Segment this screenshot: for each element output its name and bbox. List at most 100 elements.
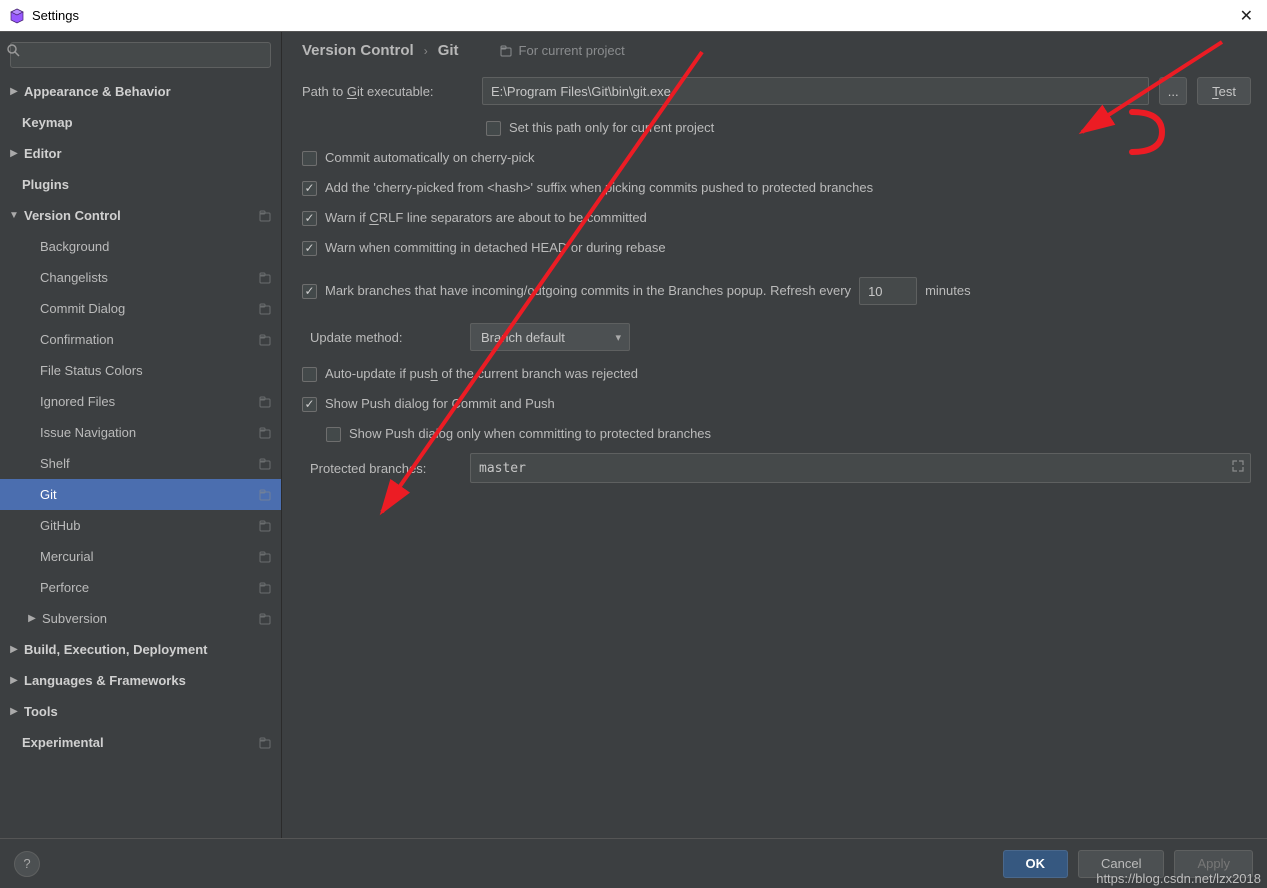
chevron-down-icon: ▼ bbox=[4, 210, 24, 221]
sidebar-item-editor[interactable]: ▶Editor bbox=[0, 138, 281, 169]
protected-branches-label: Protected branches: bbox=[310, 461, 460, 476]
warn-crlf-checkbox[interactable] bbox=[302, 211, 317, 226]
sidebar-item-label: Commit Dialog bbox=[40, 301, 257, 316]
project-scope-icon bbox=[257, 551, 273, 563]
refresh-interval-input[interactable] bbox=[859, 277, 917, 305]
sidebar-item-label: GitHub bbox=[40, 518, 257, 533]
chevron-right-icon: › bbox=[424, 44, 428, 58]
sidebar-item-label: Background bbox=[40, 239, 273, 254]
scope-label: For current project bbox=[519, 43, 625, 58]
app-icon bbox=[8, 7, 26, 25]
breadcrumb: Version Control › Git For current projec… bbox=[302, 42, 1251, 59]
breadcrumb-root[interactable]: Version Control bbox=[302, 42, 414, 59]
sidebar-item-label: Changelists bbox=[40, 270, 257, 285]
project-scope-icon bbox=[257, 210, 273, 222]
sidebar-item-changelists[interactable]: Changelists bbox=[0, 262, 281, 293]
sidebar-item-label: Experimental bbox=[22, 735, 257, 750]
sidebar-item-label: Keymap bbox=[22, 115, 273, 130]
sidebar-item-version-control[interactable]: ▼Version Control bbox=[0, 200, 281, 231]
sidebar-item-label: Plugins bbox=[22, 177, 273, 192]
git-path-input[interactable] bbox=[482, 77, 1149, 105]
protected-branches-input[interactable] bbox=[470, 453, 1251, 483]
sidebar-item-file-status-colors[interactable]: File Status Colors bbox=[0, 355, 281, 386]
project-icon bbox=[499, 44, 513, 58]
sidebar-item-label: Shelf bbox=[40, 456, 257, 471]
mark-branches-checkbox[interactable] bbox=[302, 284, 317, 299]
sidebar-item-issue-navigation[interactable]: Issue Navigation bbox=[0, 417, 281, 448]
settings-sidebar: ▶Appearance & BehaviorKeymap▶EditorPlugi… bbox=[0, 32, 282, 838]
auto-update-push-label: Auto-update if push of the current branc… bbox=[325, 363, 638, 385]
sidebar-item-label: Editor bbox=[24, 146, 273, 161]
commit-auto-cherry-checkbox[interactable] bbox=[302, 151, 317, 166]
sidebar-item-label: Confirmation bbox=[40, 332, 257, 347]
apply-button[interactable]: Apply bbox=[1174, 850, 1253, 878]
chevron-right-icon: ▶ bbox=[4, 644, 24, 655]
sidebar-item-label: Issue Navigation bbox=[40, 425, 257, 440]
mark-branches-label-after: minutes bbox=[925, 280, 971, 302]
path-label: Path to Git executable: bbox=[302, 84, 472, 99]
sidebar-item-label: Perforce bbox=[40, 580, 257, 595]
breadcrumb-leaf: Git bbox=[438, 42, 459, 59]
commit-auto-cherry-label: Commit automatically on cherry-pick bbox=[325, 147, 535, 169]
sidebar-item-confirmation[interactable]: Confirmation bbox=[0, 324, 281, 355]
sidebar-item-languages-frameworks[interactable]: ▶Languages & Frameworks bbox=[0, 665, 281, 696]
sidebar-item-experimental[interactable]: Experimental bbox=[0, 727, 281, 758]
update-method-select[interactable]: Branch default bbox=[470, 323, 630, 351]
update-method-label: Update method: bbox=[310, 330, 460, 345]
sidebar-item-build-execution-deployment[interactable]: ▶Build, Execution, Deployment bbox=[0, 634, 281, 665]
sidebar-item-label: File Status Colors bbox=[40, 363, 273, 378]
sidebar-item-label: Build, Execution, Deployment bbox=[24, 642, 273, 657]
sidebar-item-mercurial[interactable]: Mercurial bbox=[0, 541, 281, 572]
sidebar-item-ignored-files[interactable]: Ignored Files bbox=[0, 386, 281, 417]
sidebar-item-shelf[interactable]: Shelf bbox=[0, 448, 281, 479]
cancel-button[interactable]: Cancel bbox=[1078, 850, 1164, 878]
mark-branches-label-before: Mark branches that have incoming/outgoin… bbox=[325, 280, 851, 302]
window-title: Settings bbox=[32, 8, 79, 23]
sidebar-item-git[interactable]: Git bbox=[0, 479, 281, 510]
sidebar-item-commit-dialog[interactable]: Commit Dialog bbox=[0, 293, 281, 324]
chevron-right-icon: ▶ bbox=[4, 86, 24, 97]
auto-update-push-checkbox[interactable] bbox=[302, 367, 317, 382]
sidebar-item-perforce[interactable]: Perforce bbox=[0, 572, 281, 603]
sidebar-item-label: Appearance & Behavior bbox=[24, 84, 273, 99]
sidebar-item-background[interactable]: Background bbox=[0, 231, 281, 262]
chevron-right-icon: ▶ bbox=[4, 706, 24, 717]
settings-content: Version Control › Git For current projec… bbox=[282, 32, 1267, 838]
show-push-protected-label: Show Push dialog only when committing to… bbox=[349, 423, 711, 445]
show-push-dialog-checkbox[interactable] bbox=[302, 397, 317, 412]
set-path-project-checkbox[interactable] bbox=[486, 121, 501, 136]
warn-detached-label: Warn when committing in detached HEAD or… bbox=[325, 237, 666, 259]
sidebar-item-subversion[interactable]: ▶Subversion bbox=[0, 603, 281, 634]
warn-crlf-label: Warn if CRLF line separators are about t… bbox=[325, 207, 647, 229]
sidebar-item-label: Mercurial bbox=[40, 549, 257, 564]
sidebar-item-github[interactable]: GitHub bbox=[0, 510, 281, 541]
settings-tree: ▶Appearance & BehaviorKeymap▶EditorPlugi… bbox=[0, 76, 281, 838]
ok-button[interactable]: OK bbox=[1003, 850, 1069, 878]
chevron-right-icon: ▶ bbox=[22, 613, 42, 624]
sidebar-item-label: Tools bbox=[24, 704, 273, 719]
project-scope-icon bbox=[257, 489, 273, 501]
show-push-protected-checkbox[interactable] bbox=[326, 427, 341, 442]
scope-badge: For current project bbox=[499, 43, 625, 58]
update-method-value: Branch default bbox=[481, 330, 565, 345]
sidebar-item-keymap[interactable]: Keymap bbox=[0, 107, 281, 138]
sidebar-item-label: Subversion bbox=[42, 611, 257, 626]
sidebar-item-label: Languages & Frameworks bbox=[24, 673, 273, 688]
expand-icon[interactable] bbox=[1231, 459, 1245, 476]
add-cherry-suffix-checkbox[interactable] bbox=[302, 181, 317, 196]
dialog-footer: ? OK Cancel Apply bbox=[0, 838, 1267, 888]
project-scope-icon bbox=[257, 613, 273, 625]
project-scope-icon bbox=[257, 427, 273, 439]
add-cherry-suffix-label: Add the 'cherry-picked from <hash>' suff… bbox=[325, 177, 873, 199]
help-button[interactable]: ? bbox=[14, 851, 40, 877]
sidebar-item-label: Ignored Files bbox=[40, 394, 257, 409]
search-input[interactable] bbox=[10, 42, 271, 68]
browse-button[interactable]: ... bbox=[1159, 77, 1187, 105]
set-path-project-label: Set this path only for current project bbox=[509, 117, 714, 139]
close-icon[interactable]: ✕ bbox=[1234, 6, 1259, 26]
sidebar-item-plugins[interactable]: Plugins bbox=[0, 169, 281, 200]
test-button[interactable]: Test bbox=[1197, 77, 1251, 105]
sidebar-item-appearance-behavior[interactable]: ▶Appearance & Behavior bbox=[0, 76, 281, 107]
sidebar-item-tools[interactable]: ▶Tools bbox=[0, 696, 281, 727]
warn-detached-checkbox[interactable] bbox=[302, 241, 317, 256]
